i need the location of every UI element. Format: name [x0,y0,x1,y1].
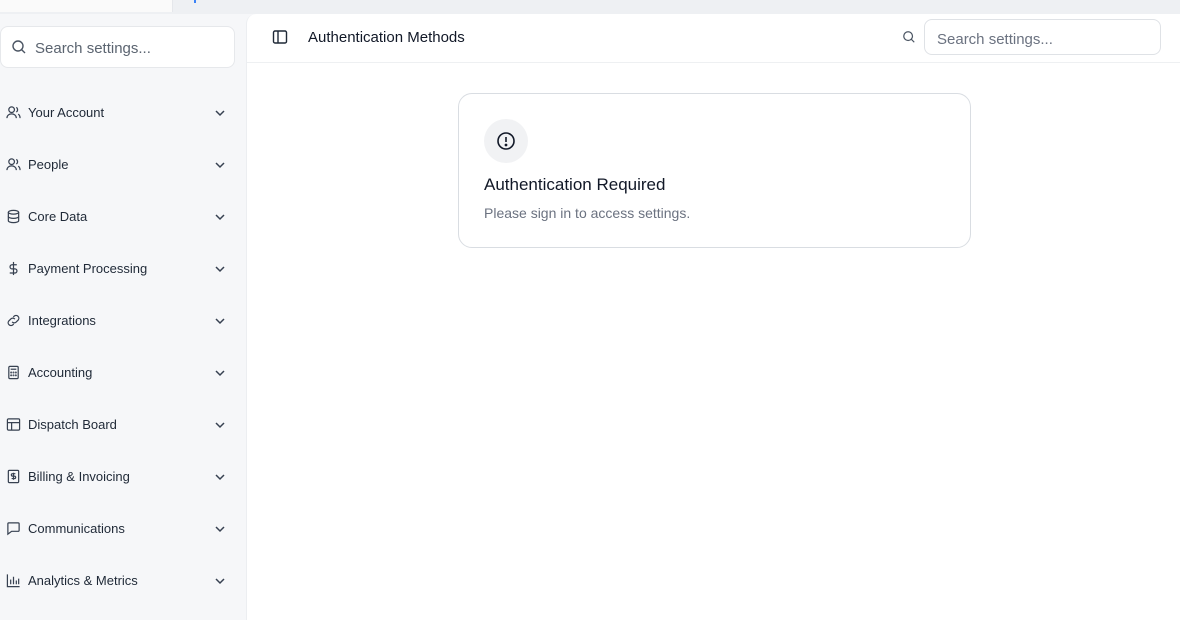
sidebar-item-label: Billing & Invoicing [28,469,130,484]
sidebar-item-label: Integrations [28,313,96,328]
sidebar-item-analytics-metrics[interactable]: Analytics & Metrics [0,561,245,601]
page-title: Authentication Methods [308,29,465,46]
link-icon [7,314,20,327]
sidebar-item-integrations[interactable]: Integrations [0,301,245,341]
search-icon [903,31,915,43]
calculator-icon [8,365,19,380]
chevron-down-icon [215,422,225,429]
chevron-down-icon [215,474,225,481]
header-search-input[interactable] [935,28,1154,50]
settings-sidebar: Your Account People Core Data Payment Pr… [0,14,245,620]
receipt-icon [7,469,20,484]
sidebar-item-payment-processing[interactable]: Payment Processing [0,249,245,289]
chevron-down-icon [215,526,225,533]
sidebar-item-label: Analytics & Metrics [28,573,138,588]
main-content: Authentication Methods Authentication Re… [246,14,1180,620]
notice-message: Please sign in to access settings. [484,205,691,221]
chevron-down-icon [215,162,225,169]
chevron-down-icon [215,214,225,221]
browser-tab[interactable] [0,0,173,12]
header-search-box [924,19,1161,55]
sidebar-search-input[interactable] [33,36,227,60]
database-icon [7,209,20,224]
sidebar-item-billing-invoicing[interactable]: Billing & Invoicing [0,457,245,497]
sidebar-search-box [0,26,235,68]
sidebar-item-communications[interactable]: Communications [0,509,245,549]
sidebar-item-label: Core Data [28,209,88,224]
users-icon [6,158,21,171]
sidebar-item-accounting[interactable]: Accounting [0,353,245,393]
chevron-down-icon [215,578,225,585]
sidebar-item-dispatch-board[interactable]: Dispatch Board [0,405,245,445]
sidebar-item-label: Communications [28,521,125,536]
message-square-icon [7,522,20,536]
sidebar-item-people[interactable]: People [0,145,245,185]
sidebar-item-label: Accounting [28,365,93,380]
sidebar-item-your-account[interactable]: Your Account [0,93,245,133]
sidebar-item-label: Dispatch Board [28,417,117,432]
chevron-down-icon [215,266,225,273]
alert-badge [484,119,528,163]
user-icon [6,106,21,119]
alert-circle-icon [497,132,515,150]
chevron-down-icon [215,110,225,117]
notice-title: Authentication Required [484,175,666,194]
top-tab-strip [0,0,1180,14]
search-icon [12,40,26,54]
bar-chart-icon [6,574,20,588]
sidebar-item-label: Payment Processing [28,261,148,276]
sidebar-item-label: Your Account [28,105,105,120]
page-header: Authentication Methods [247,14,1180,63]
chevron-down-icon [215,318,225,325]
tab-indicator [194,0,196,3]
auth-required-card: Authentication Required Please sign in t… [458,93,971,248]
chevron-down-icon [215,370,225,377]
sidebar-item-label: People [28,157,69,172]
sidebar-toggle-icon[interactable] [272,29,288,45]
layout-board-icon [6,418,21,431]
sidebar-item-core-data[interactable]: Core Data [0,197,245,237]
dollar-icon [9,261,18,276]
